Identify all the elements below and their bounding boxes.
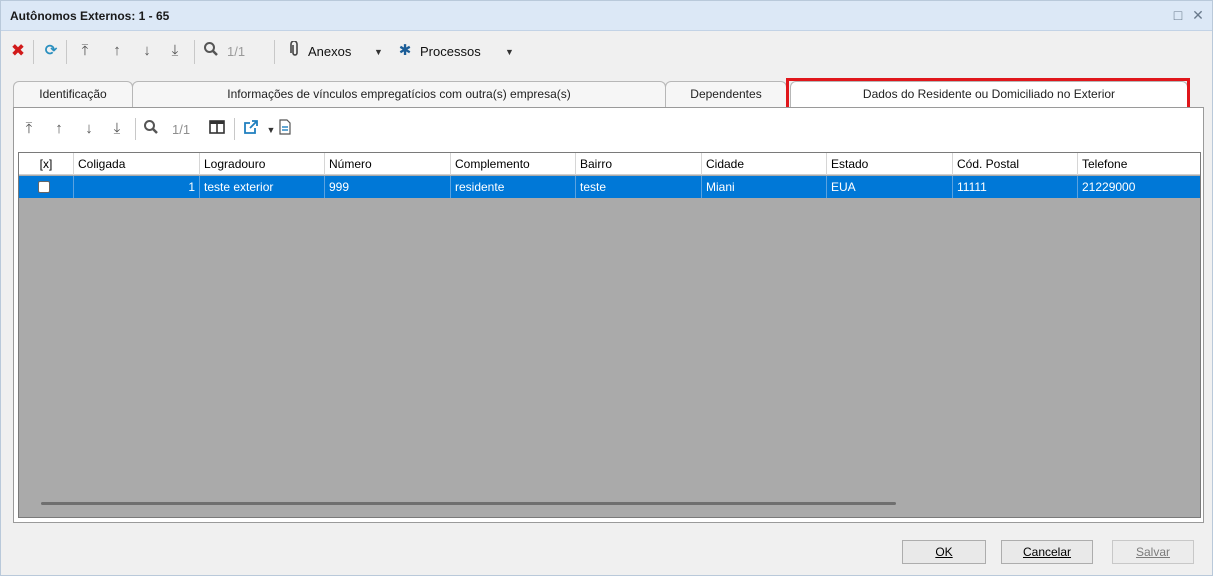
tab-identificacao[interactable]: Identificação bbox=[13, 81, 133, 107]
tab-strip: Identificação Informações de vínculos em… bbox=[13, 81, 1201, 107]
main-window: Autônomos Externos: 1 - 65 □ ✕ ✖ ⟳ ⤒ ↑ ↓… bbox=[0, 0, 1213, 576]
column-header-cidade[interactable]: Cidade bbox=[702, 153, 827, 175]
window-title: Autônomos Externos: 1 - 65 bbox=[10, 9, 170, 23]
previous-record-icon[interactable]: ↑ bbox=[107, 41, 127, 61]
salvar-button[interactable]: Salvar bbox=[1112, 540, 1194, 564]
processos-menu[interactable]: Processos bbox=[420, 44, 481, 59]
tab-vinculos-empregaticios[interactable]: Informações de vínculos empregatícios co… bbox=[132, 81, 666, 107]
column-header-numero[interactable]: Número bbox=[325, 153, 451, 175]
cell-estado[interactable]: EUA bbox=[827, 176, 953, 198]
next-record-icon[interactable]: ↓ bbox=[80, 119, 98, 139]
main-toolbar: ✖ ⟳ ⤒ ↑ ↓ ⤓ 1/1 Anexos ▼ ✱ Processos ▼ bbox=[1, 32, 1212, 70]
last-record-icon[interactable]: ⤓ bbox=[108, 119, 126, 139]
last-record-icon[interactable]: ⤓ bbox=[165, 41, 185, 61]
first-record-icon[interactable]: ⤒ bbox=[20, 119, 38, 139]
tab-label: Identificação bbox=[39, 87, 107, 101]
cell-coligada[interactable]: 1 bbox=[74, 176, 200, 198]
tab-residente-exterior[interactable]: Dados do Residente ou Domiciliado no Ext… bbox=[790, 81, 1188, 107]
toolbar-separator bbox=[135, 118, 136, 140]
tab-content-panel: ⤒ ↑ ↓ ⤓ 1/1 ▼ [x] Coligada Logradouro Nú… bbox=[13, 107, 1204, 523]
toolbar-separator bbox=[274, 40, 275, 64]
row-select-cell[interactable] bbox=[19, 176, 74, 198]
cell-telefone[interactable]: 21229000 bbox=[1078, 176, 1200, 198]
data-grid: [x] Coligada Logradouro Número Complemen… bbox=[18, 152, 1201, 518]
cell-numero[interactable]: 999 bbox=[325, 176, 451, 198]
ok-button-label: OK bbox=[935, 545, 953, 559]
cell-logradouro[interactable]: teste exterior bbox=[200, 176, 325, 198]
column-header-cod-postal[interactable]: Cód. Postal bbox=[953, 153, 1078, 175]
tab-label: Dependentes bbox=[690, 87, 762, 101]
toolbar-separator bbox=[66, 40, 67, 64]
search-icon[interactable] bbox=[201, 41, 221, 61]
table-row[interactable]: 1 teste exterior 999 residente teste Mia… bbox=[19, 176, 1200, 198]
tab-dependentes[interactable]: Dependentes bbox=[665, 81, 787, 107]
previous-record-icon[interactable]: ↑ bbox=[50, 119, 68, 139]
cell-bairro[interactable]: teste bbox=[576, 176, 702, 198]
title-bar: Autônomos Externos: 1 - 65 □ ✕ bbox=[1, 1, 1212, 31]
grid-toolbar: ⤒ ↑ ↓ ⤓ 1/1 ▼ bbox=[14, 114, 1203, 144]
cancelar-button-label: Cancelar bbox=[1022, 545, 1072, 559]
horizontal-scrollbar[interactable] bbox=[41, 502, 896, 505]
export-icon[interactable] bbox=[242, 119, 260, 139]
search-icon[interactable] bbox=[142, 119, 160, 139]
column-header-logradouro[interactable]: Logradouro bbox=[200, 153, 325, 175]
anexos-menu[interactable]: Anexos bbox=[308, 44, 351, 59]
cancelar-button[interactable]: Cancelar bbox=[1001, 540, 1093, 564]
column-header-coligada[interactable]: Coligada bbox=[74, 153, 200, 175]
next-record-icon[interactable]: ↓ bbox=[137, 41, 157, 61]
grid-page-indicator: 1/1 bbox=[172, 122, 191, 137]
anexos-dropdown-icon[interactable]: ▼ bbox=[374, 47, 383, 57]
grid-header-row: [x] Coligada Logradouro Número Complemen… bbox=[19, 153, 1200, 175]
column-header-estado[interactable]: Estado bbox=[827, 153, 953, 175]
tab-label: Dados do Residente ou Domiciliado no Ext… bbox=[862, 87, 1116, 101]
cell-complemento[interactable]: residente bbox=[451, 176, 576, 198]
cell-cod-postal[interactable]: 11111 bbox=[953, 176, 1078, 198]
ok-button[interactable]: OK bbox=[902, 540, 986, 564]
paperclip-icon[interactable] bbox=[285, 40, 305, 61]
maximize-icon[interactable]: □ bbox=[1169, 6, 1187, 24]
column-header-complemento[interactable]: Complemento bbox=[451, 153, 576, 175]
column-header-telefone[interactable]: Telefone bbox=[1078, 153, 1200, 175]
salvar-button-label: Salvar bbox=[1135, 545, 1170, 559]
row-checkbox[interactable] bbox=[38, 181, 50, 193]
columns-icon[interactable] bbox=[208, 119, 226, 139]
toolbar-separator bbox=[194, 40, 195, 64]
close-window-icon[interactable]: ✕ bbox=[1189, 6, 1207, 24]
processos-dropdown-icon[interactable]: ▼ bbox=[505, 47, 514, 57]
page-indicator: 1/1 bbox=[227, 44, 246, 59]
refresh-icon[interactable]: ⟳ bbox=[41, 41, 61, 61]
delete-icon[interactable]: ✖ bbox=[8, 41, 28, 61]
gear-icon[interactable]: ✱ bbox=[395, 41, 415, 61]
column-header-select[interactable]: [x] bbox=[19, 153, 74, 175]
column-header-bairro[interactable]: Bairro bbox=[576, 153, 702, 175]
first-record-icon[interactable]: ⤒ bbox=[75, 41, 95, 61]
cell-cidade[interactable]: Miani bbox=[702, 176, 827, 198]
document-icon[interactable] bbox=[276, 119, 294, 139]
toolbar-separator bbox=[234, 118, 235, 140]
toolbar-separator bbox=[33, 40, 34, 64]
tab-label: Informações de vínculos empregatícios co… bbox=[227, 87, 571, 101]
